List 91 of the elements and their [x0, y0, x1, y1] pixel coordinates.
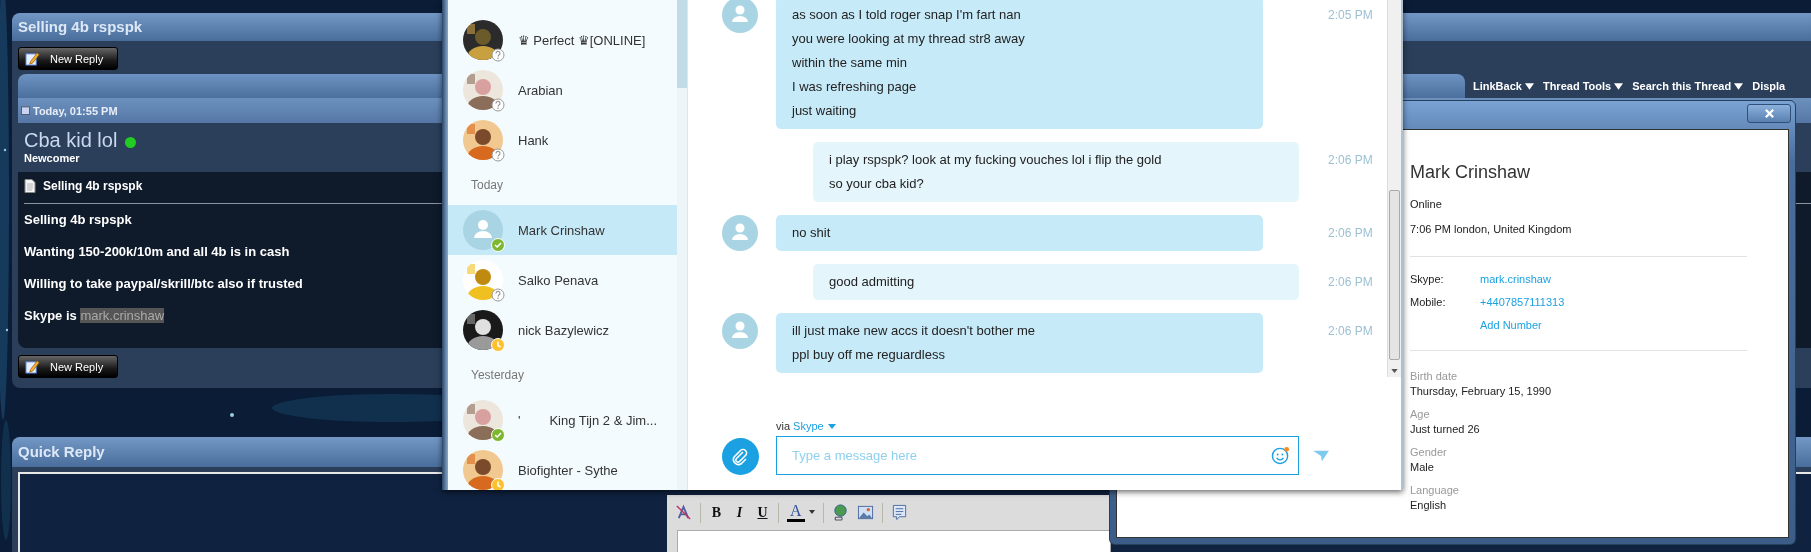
bold-button[interactable]: B	[709, 504, 724, 521]
unknown-status-icon	[491, 288, 505, 302]
message-time: 2:06 PM	[1328, 323, 1373, 340]
field-label: Birth date	[1410, 369, 1459, 384]
away-status-icon	[491, 338, 505, 352]
emoticon-icon[interactable]	[1271, 446, 1290, 465]
contact-name: Salko Penava	[518, 272, 599, 288]
contact-name: ' King Tijn 2 & Jim...	[518, 412, 658, 428]
send-icon[interactable]	[1312, 448, 1330, 463]
thread-menu-link[interactable]: LinkBack	[1473, 80, 1522, 92]
new-reply-button[interactable]: New Reply	[18, 47, 118, 70]
thread-menu-link[interactable]: Thread Tools	[1542, 80, 1612, 92]
unknown-status-icon	[491, 48, 505, 62]
attach-button[interactable]	[722, 438, 759, 475]
scrollbar[interactable]	[1387, 0, 1401, 377]
underline-button[interactable]: U	[755, 504, 770, 521]
message-text: ill just make new accs it doesn't bother me	[792, 322, 1037, 340]
image-icon[interactable]	[856, 504, 874, 521]
field-label: Gender	[1410, 445, 1448, 460]
field-value: Just turned 26	[1410, 422, 1481, 437]
post-icon	[21, 106, 30, 115]
post-author[interactable]: Cba kid lol	[24, 128, 118, 152]
via-label: via	[776, 420, 791, 432]
contact-item[interactable]: Mark Crinshaw	[448, 205, 678, 255]
post-date: Today, 01:55 PM	[33, 104, 118, 117]
contact-name: Arabian	[518, 82, 563, 98]
field-label: Language	[1410, 483, 1460, 498]
remove-format-icon[interactable]	[675, 504, 692, 521]
contact-name: nick Bazylewicz	[518, 322, 610, 338]
post-text: Willing to take paypal/skrill/btc also if trusted	[24, 276, 303, 293]
avatar-icon	[722, 313, 758, 349]
online-status-icon	[491, 238, 505, 252]
user-rank: Newcomer	[24, 152, 80, 164]
avatar-icon	[463, 210, 503, 250]
field-label: Age	[1410, 407, 1431, 422]
document-icon	[24, 179, 36, 193]
close-button[interactable]	[1747, 104, 1791, 123]
caret-icon	[808, 510, 815, 514]
message-text: within the same min	[792, 54, 908, 72]
caret-icon	[1524, 82, 1534, 90]
new-reply-button[interactable]: New Reply	[18, 355, 118, 378]
contact-item[interactable]: Hank	[448, 115, 678, 165]
scrollbar[interactable]	[677, 0, 687, 490]
unknown-status-icon	[491, 148, 505, 162]
post-title: Selling 4b rspspk	[43, 179, 143, 193]
post-text: Selling 4b rspspk	[24, 212, 132, 229]
caret-icon	[827, 423, 836, 429]
field-label: Mobile:	[1410, 296, 1446, 308]
caret-icon	[1734, 82, 1744, 90]
section-header: Today	[470, 177, 505, 194]
caret-icon	[1614, 82, 1624, 90]
message-text: so your cba kid?	[829, 175, 925, 193]
paperclip-icon	[730, 446, 750, 467]
message-time: 2:06 PM	[1328, 152, 1373, 169]
thread-menu-link[interactable]: Search this Thread	[1632, 80, 1732, 92]
unknown-status-icon	[491, 98, 505, 112]
contact-name: Hank	[518, 132, 549, 148]
highlighted-text: mark.crinshaw	[80, 308, 165, 323]
globe-link-icon[interactable]	[831, 504, 849, 521]
avatar-icon	[722, 215, 758, 251]
field-value: Thursday, February 15, 1990	[1410, 384, 1553, 399]
contact-item[interactable]: Arabian	[448, 65, 678, 115]
pencil-icon	[25, 51, 40, 66]
field-label: Skype:	[1410, 273, 1444, 285]
message-text: ppl buy off me reguardless	[792, 346, 946, 364]
contact-item[interactable]: Salko Penava	[448, 255, 678, 305]
profile-status: Online	[1410, 197, 1443, 212]
field-value: English	[1410, 498, 1448, 513]
message-text: I was refreshing page	[792, 78, 918, 96]
font-color-button[interactable]: A	[787, 503, 815, 522]
profile-name: Mark Crinshaw	[1410, 161, 1532, 184]
post-text: Wanting 150-200k/10m and all 4b is in cash	[24, 244, 290, 261]
italic-button[interactable]: I	[732, 504, 747, 521]
close-icon	[1763, 108, 1775, 119]
pencil-icon	[25, 359, 40, 374]
message-input[interactable]: Type a message here	[776, 436, 1299, 475]
quote-icon[interactable]	[890, 504, 908, 521]
contact-item[interactable]: nick Bazylewicz	[448, 305, 678, 355]
post-text: Skype is	[24, 308, 77, 323]
scroll-down-icon	[1391, 369, 1398, 373]
message-text: just waiting	[792, 102, 858, 120]
message-time: 2:06 PM	[1328, 274, 1373, 291]
section-header: Yesterday	[470, 367, 525, 384]
message-text: i play rspspk? look at my fucking vouches lol i flip the gold	[829, 151, 1163, 169]
message-text: good admitting	[829, 273, 916, 291]
message-text: no shit	[792, 224, 832, 242]
local-time: 7:06 PM london, United Kingdom	[1410, 222, 1573, 237]
contact-name: Mark Crinshaw	[518, 222, 605, 238]
message-time: 2:06 PM	[1328, 225, 1373, 242]
thread-menu-link[interactable]: Displa	[1752, 80, 1786, 92]
online-status-icon	[491, 428, 505, 442]
